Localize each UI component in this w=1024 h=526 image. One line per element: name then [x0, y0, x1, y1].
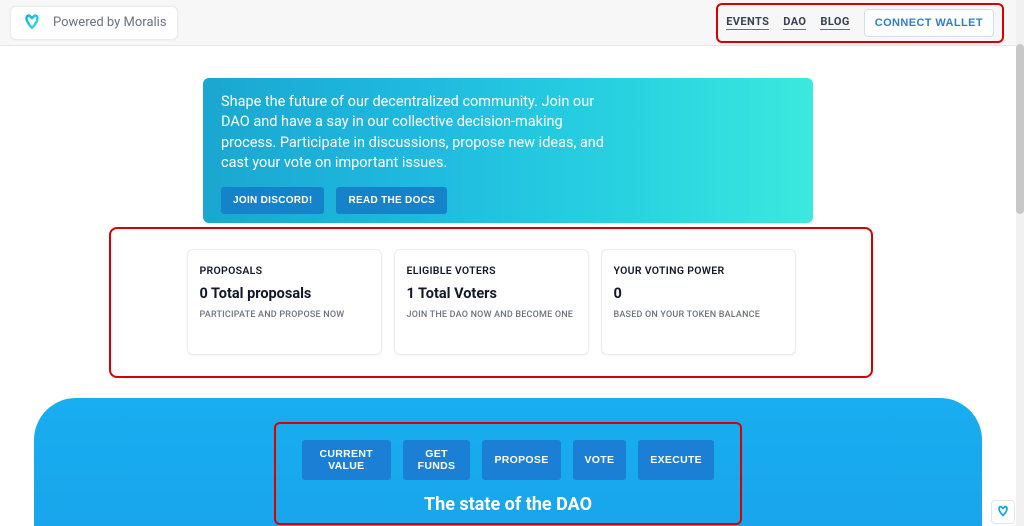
stat-subtext: PARTICIPATE AND PROPOSE NOW [200, 310, 369, 320]
stat-value: 0 [614, 285, 783, 302]
stat-card-voters: ELIGIBLE VOTERS 1 Total Voters JOIN THE … [394, 249, 589, 355]
vote-button[interactable]: VOTE [573, 440, 627, 480]
app-header: Powered by Moralis EVENTS DAO BLOG CONNE… [0, 0, 1016, 46]
brand-text: Powered by Moralis [53, 15, 167, 30]
scrollbar-track[interactable] [1016, 0, 1024, 526]
dao-actions-annotation: CURRENT VALUE GET FUNDS PROPOSE VOTE EXE… [274, 422, 742, 525]
dao-state-panel: CURRENT VALUE GET FUNDS PROPOSE VOTE EXE… [34, 398, 982, 526]
moralis-logo-icon [21, 12, 43, 34]
scrollbar-thumb[interactable] [1016, 44, 1024, 214]
join-discord-button[interactable]: JOIN DISCORD! [221, 187, 324, 214]
read-docs-button[interactable]: READ THE DOCS [336, 187, 447, 214]
dao-state-title: The state of the DAO [424, 494, 592, 515]
dao-action-row: CURRENT VALUE GET FUNDS PROPOSE VOTE EXE… [302, 440, 714, 480]
stat-title: YOUR VOTING POWER [614, 264, 783, 277]
stat-subtext: JOIN THE DAO NOW AND BECOME ONE [407, 310, 576, 320]
hero-text: Shape the future of our decentralized co… [221, 92, 621, 173]
connect-wallet-button[interactable]: CONNECT WALLET [864, 9, 994, 37]
get-funds-button[interactable]: GET FUNDS [403, 440, 471, 480]
hero-banner: Shape the future of our decentralized co… [203, 78, 813, 223]
hero-button-row: JOIN DISCORD! READ THE DOCS [221, 187, 791, 214]
stats-annotation-box: PROPOSALS 0 Total proposals PARTICIPATE … [109, 227, 873, 378]
stat-title: ELIGIBLE VOTERS [407, 264, 576, 277]
stat-value: 0 Total proposals [200, 285, 369, 302]
brand-badge[interactable]: Powered by Moralis [10, 6, 178, 40]
execute-button[interactable]: EXECUTE [638, 440, 714, 480]
propose-button[interactable]: PROPOSE [482, 440, 560, 480]
nav-events[interactable]: EVENTS [726, 15, 769, 30]
stat-subtext: BASED ON YOUR TOKEN BALANCE [614, 310, 783, 320]
stat-card-proposals: PROPOSALS 0 Total proposals PARTICIPATE … [187, 249, 382, 355]
nav-dao[interactable]: DAO [783, 15, 806, 30]
nav-blog[interactable]: BLOG [820, 15, 849, 30]
header-nav-annotation: EVENTS DAO BLOG CONNECT WALLET [716, 3, 1004, 43]
stat-value: 1 Total Voters [407, 285, 576, 302]
app-viewport: Powered by Moralis EVENTS DAO BLOG CONNE… [0, 0, 1024, 526]
stat-card-power: YOUR VOTING POWER 0 BASED ON YOUR TOKEN … [601, 249, 796, 355]
current-value-button[interactable]: CURRENT VALUE [302, 440, 391, 480]
stats-row: PROPOSALS 0 Total proposals PARTICIPATE … [111, 249, 871, 355]
stat-title: PROPOSALS [200, 264, 369, 277]
moralis-widget-icon[interactable] [991, 500, 1015, 524]
